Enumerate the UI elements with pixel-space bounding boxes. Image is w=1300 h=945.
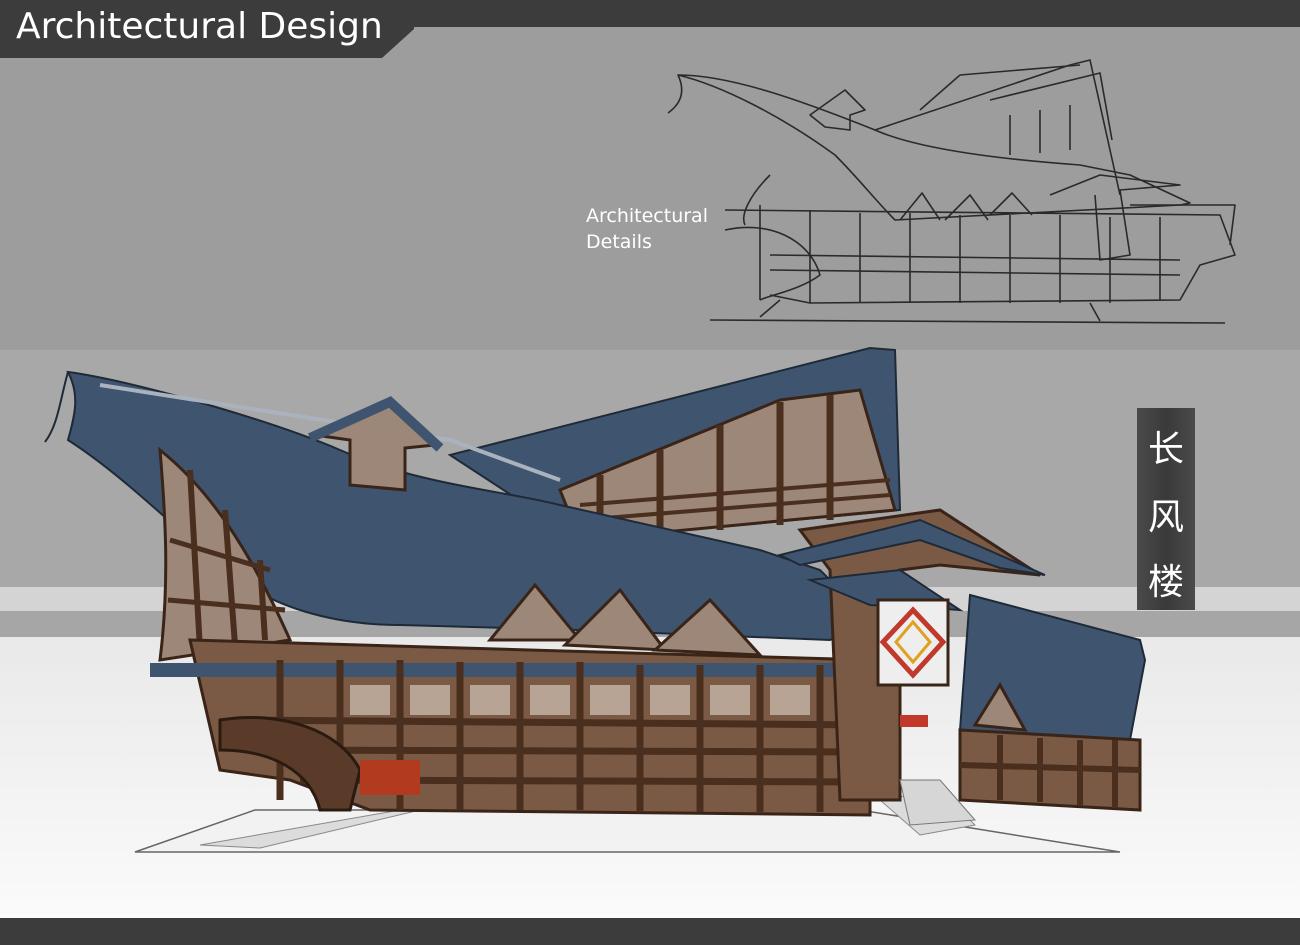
details-label-line2: Details bbox=[586, 231, 652, 253]
title-tab: Architectural Design bbox=[0, 0, 414, 58]
details-label-line1: Architectural bbox=[586, 205, 708, 227]
building-illustration bbox=[44, 346, 1147, 853]
building-name-char-1: 长 bbox=[1147, 429, 1184, 470]
page-title: Architectural Design bbox=[16, 6, 383, 47]
building-name-char-2: 风 bbox=[1147, 497, 1184, 538]
building-name-char-3: 楼 bbox=[1147, 562, 1184, 603]
details-label: Architectural Details bbox=[586, 203, 726, 255]
footer-bar bbox=[0, 918, 1300, 945]
building-line-sketch bbox=[667, 59, 1236, 324]
building-name-scroll: 长 风 楼 bbox=[1137, 408, 1195, 610]
